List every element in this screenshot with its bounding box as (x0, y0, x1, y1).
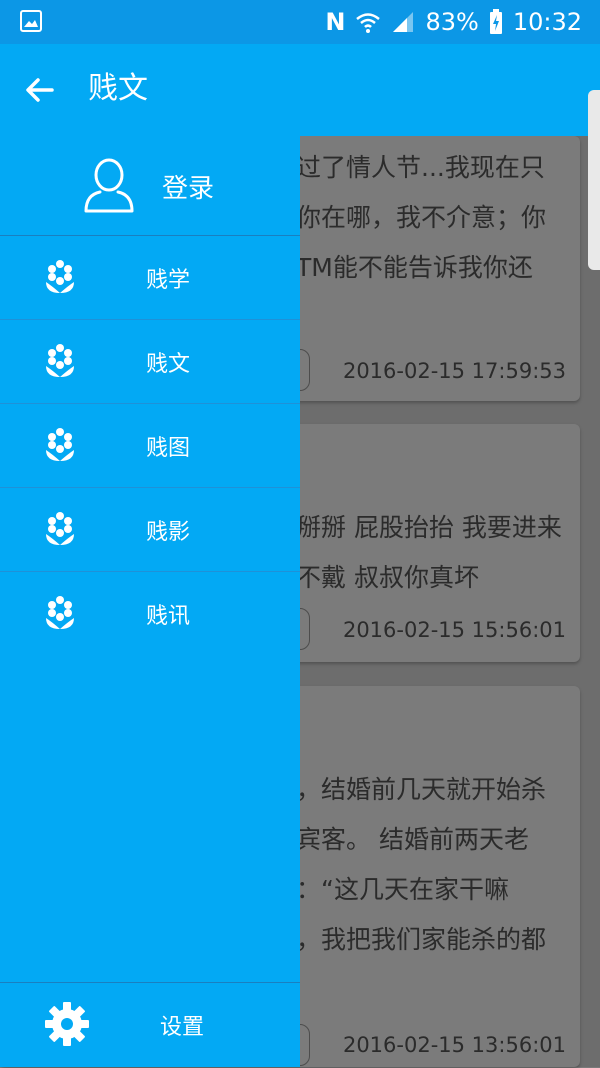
drawer-item-label: 贱文 (146, 352, 191, 377)
drawer-item-label: 贱学 (146, 268, 191, 293)
card-line: 过了情人节...我现在只 (296, 153, 545, 182)
drawer-menu: 贱学 贱文 贱图 贱影 贱讯 (0, 236, 300, 655)
signal-icon (393, 12, 414, 32)
app-bar: 贱文 (0, 44, 600, 270)
settings-label: 设置 (160, 1015, 205, 1040)
login-button[interactable]: 登录 (0, 136, 300, 236)
scrollbar-handle[interactable] (588, 90, 600, 270)
nfc-icon: N (325, 8, 346, 36)
user-icon (84, 158, 134, 213)
card-line: 宾客。 结婚前两天老 (296, 825, 529, 854)
card-line: TM能不能告诉我你还 (296, 253, 533, 282)
page-title: 贱文 (88, 71, 148, 106)
settings-button[interactable]: 设置 (0, 982, 300, 1068)
gallery-notification-icon (20, 10, 42, 32)
clock: 10:32 (512, 8, 582, 36)
drawer-item[interactable]: 贱文 (0, 320, 300, 404)
wifi-icon (356, 13, 381, 33)
drawer-item-label: 贱讯 (146, 604, 191, 629)
back-arrow-icon[interactable] (22, 72, 58, 108)
card-timestamp: 2016-02-15 15:56:01 (342, 618, 566, 642)
drawer-item[interactable]: 贱讯 (0, 572, 300, 655)
login-label: 登录 (162, 174, 215, 204)
battery-charging-icon (489, 9, 502, 34)
card-line: 掰掰 屁股抬抬 我要进来 (296, 513, 562, 542)
card-timestamp: 2016-02-15 13:56:01 (342, 1033, 566, 1057)
navigation-drawer: 登录 贱学 贱文 贱图 贱影 贱讯 设置 (0, 136, 300, 1067)
card-line: 你在哪，我不介意；你 (296, 203, 547, 232)
card-line: ：“这几天在家干嘛 (296, 875, 509, 904)
flower-icon (46, 344, 74, 377)
drawer-item[interactable]: 贱图 (0, 404, 300, 488)
drawer-item[interactable]: 贱影 (0, 488, 300, 572)
flower-icon (46, 260, 74, 293)
flower-icon (46, 596, 74, 629)
card-timestamp: 2016-02-15 17:59:53 (342, 359, 566, 383)
drawer-item-label: 贱影 (146, 520, 191, 545)
gear-icon (45, 1002, 89, 1046)
status-right: N 83% 10:32 (325, 6, 582, 38)
card-line: ，我把我们家能杀的都 (296, 925, 547, 954)
drawer-item[interactable]: 贱学 (0, 236, 300, 320)
flower-icon (46, 512, 74, 545)
card-line: ，结婚前几天就开始杀 (296, 775, 547, 804)
flower-icon (46, 428, 74, 461)
drawer-item-label: 贱图 (146, 436, 191, 461)
status-bar: N 83% 10:32 (0, 0, 600, 44)
battery-percent: 83% (425, 8, 479, 36)
card-line: 不戴 叔叔你真坏 (296, 563, 479, 592)
